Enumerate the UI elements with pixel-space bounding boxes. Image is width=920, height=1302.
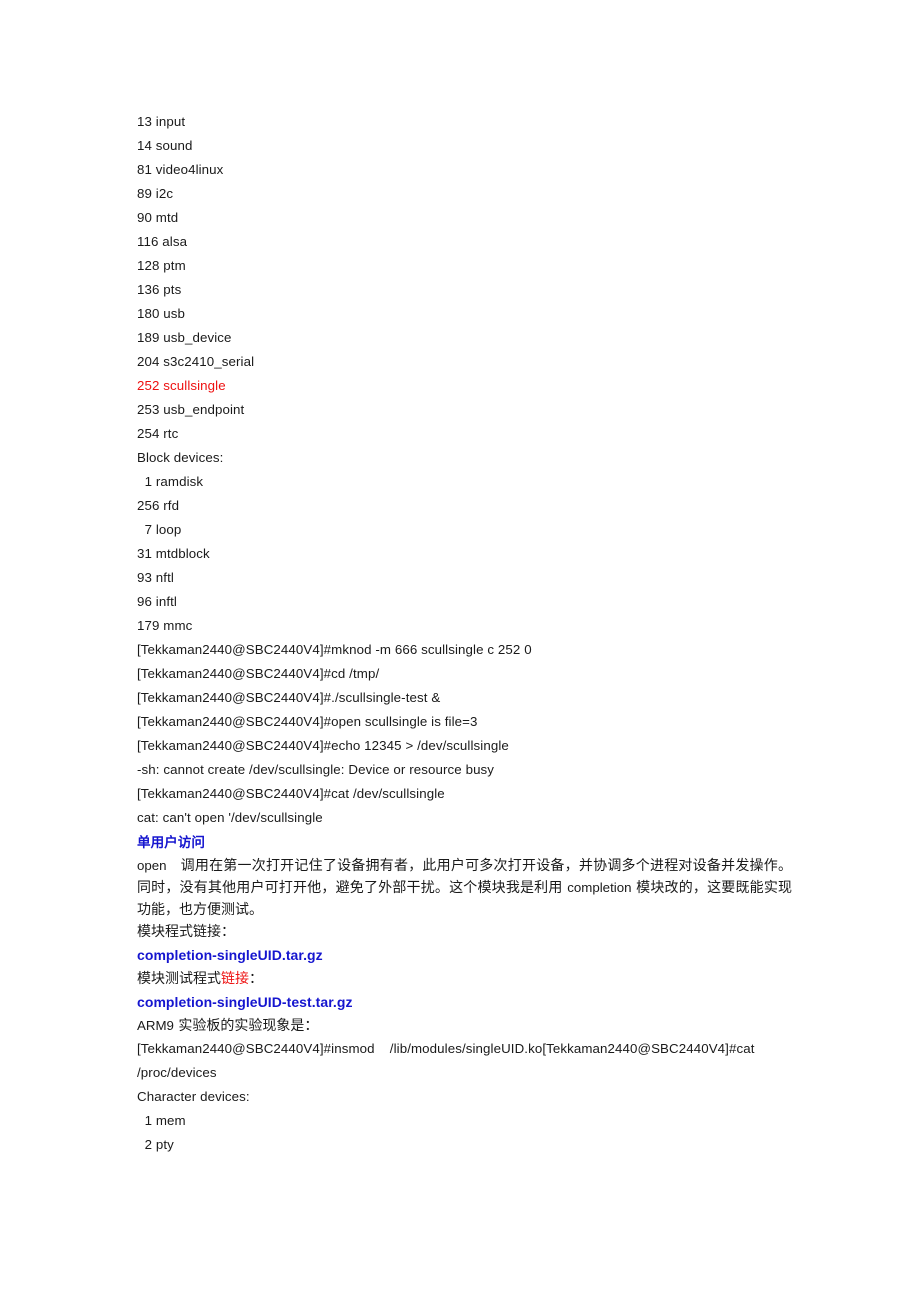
device-entry: 179 mmc: [137, 618, 193, 633]
device-entry: 128 ptm: [137, 258, 186, 273]
block-device-list: Block devices: 1 ramdisk 256 rfd 7 loop …: [137, 446, 797, 638]
module-download-link[interactable]: completion-singleUID.tar.gz: [137, 943, 797, 968]
paragraph-lead-term: open: [137, 858, 167, 873]
console-line-error: -sh: cannot create /dev/scullsingle: Dev…: [137, 762, 495, 777]
device-entry: 14 sound: [137, 138, 193, 153]
device-entry-highlighted: 252 scullsingle: [137, 378, 226, 393]
device-entry: 96 inftl: [137, 594, 177, 609]
device-entry: 204 s3c2410_serial: [137, 354, 255, 369]
console-transcript: [Tekkaman2440@SBC2440V4]#mknod -m 666 sc…: [137, 638, 797, 830]
arm-board-intro: ARM9 实验板的实验现象是：: [137, 1015, 797, 1037]
char-devices-header: Character devices:: [137, 1089, 250, 1104]
device-entry: 93 nftl: [137, 570, 174, 585]
arm-board-term: ARM9: [137, 1018, 174, 1033]
console-transcript-secondary: [Tekkaman2440@SBC2440V4]#insmod /lib/mod…: [137, 1037, 797, 1157]
test-download-link[interactable]: completion-singleUID-test.tar.gz: [137, 990, 797, 1015]
arm-board-intro-text: 实验板的实验现象是：: [173, 1018, 319, 1034]
paragraph-inline-term: completion: [567, 880, 632, 895]
test-link-label-highlight: 链接: [221, 971, 249, 987]
device-entry: 2 pty: [137, 1137, 174, 1152]
console-line: [Tekkaman2440@SBC2440V4]#cat /dev/sculls…: [137, 786, 445, 801]
console-line-error: cat: can't open '/dev/scullsingle: [137, 810, 323, 825]
device-entry: 7 loop: [137, 522, 182, 537]
test-link-label-suffix: ：: [249, 971, 263, 987]
console-line: [Tekkaman2440@SBC2440V4]#./scullsingle-t…: [137, 690, 441, 705]
device-entry: 136 pts: [137, 282, 182, 297]
device-entry: 253 usb_endpoint: [137, 402, 245, 417]
device-entry: 13 input: [137, 114, 186, 129]
char-device-list: 13 input 14 sound 81 video4linux 89 i2c …: [137, 110, 797, 446]
test-link-label-prefix: 模块测试程式: [137, 971, 221, 987]
device-entry: 256 rfd: [137, 498, 180, 513]
console-line: [Tekkaman2440@SBC2440V4]#cd /tmp/: [137, 666, 380, 681]
device-entry: 180 usb: [137, 306, 186, 321]
console-line: /proc/devices: [137, 1065, 217, 1080]
console-line: [Tekkaman2440@SBC2440V4]#insmod /lib/mod…: [137, 1041, 755, 1056]
console-line: [Tekkaman2440@SBC2440V4]#open scullsingl…: [137, 714, 478, 729]
console-line: [Tekkaman2440@SBC2440V4]#echo 12345 > /d…: [137, 738, 509, 753]
device-entry: 1 ramdisk: [137, 474, 204, 489]
block-devices-header: Block devices:: [137, 450, 224, 465]
document-page: 13 input 14 sound 81 video4linux 89 i2c …: [0, 0, 920, 1302]
console-line: [Tekkaman2440@SBC2440V4]#mknod -m 666 sc…: [137, 642, 532, 657]
device-entry: 31 mtdblock: [137, 546, 210, 561]
device-entry: 90 mtd: [137, 210, 179, 225]
device-entry: 254 rtc: [137, 426, 179, 441]
device-entry: 1 mem: [137, 1113, 186, 1128]
section-heading: 单用户访问: [137, 835, 205, 850]
device-entry: 116 alsa: [137, 234, 188, 249]
section-paragraph: open 调用在第一次打开记住了设备拥有者，此用户可多次打开设备，并协调多个进程…: [137, 855, 792, 921]
document-body: 13 input 14 sound 81 video4linux 89 i2c …: [137, 110, 797, 1157]
module-link-label: 模块程式链接：: [137, 924, 235, 940]
device-entry: 89 i2c: [137, 186, 174, 201]
test-link-label: 模块测试程式链接：: [137, 968, 797, 990]
device-entry: 81 video4linux: [137, 162, 224, 177]
device-entry: 189 usb_device: [137, 330, 232, 345]
